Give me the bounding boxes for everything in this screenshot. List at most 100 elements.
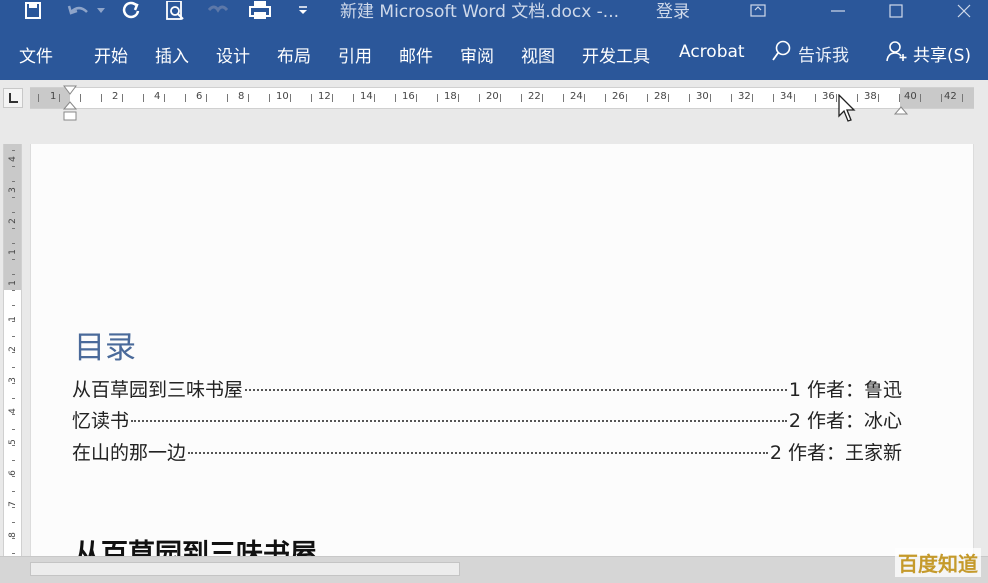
customize-icon[interactable] (294, 0, 312, 22)
vruler-tick (12, 444, 15, 446)
tab-review[interactable]: 审阅 (460, 42, 494, 67)
tell-me-search[interactable]: 告诉我 (772, 40, 849, 66)
ruler-label: 8 (238, 91, 245, 102)
tab-file[interactable]: 文件 (19, 42, 53, 67)
toc-entry[interactable]: 在山的那一边 2 作者：王家新 (72, 438, 902, 466)
scrollbar-thumb[interactable] (30, 562, 460, 576)
ruler-tick (941, 94, 942, 102)
ruler-tick (143, 94, 144, 102)
ruler-tick (374, 94, 375, 102)
first-line-indent-marker[interactable] (63, 80, 77, 99)
touch-mode-icon[interactable] (204, 0, 232, 22)
document-page[interactable]: 目录 从百草园到三味书屋 1 作者：鲁迅 忆读书 2 作者：冰心 在山的那一边 … (30, 144, 974, 556)
ruler-label: 14 (360, 91, 373, 102)
maximize-icon[interactable] (876, 0, 916, 22)
tab-view[interactable]: 视图 (521, 42, 555, 67)
undo-dropdown-icon[interactable] (94, 0, 108, 22)
vruler-label: 1 (8, 316, 18, 322)
ruler-label: 30 (696, 91, 709, 102)
ruler-tick (458, 94, 459, 102)
tab-insert[interactable]: 插入 (155, 42, 189, 67)
ruler-label: 2 (112, 91, 119, 102)
ruler-tick (668, 94, 669, 102)
hanging-indent-marker[interactable] (62, 101, 78, 127)
ruler-tick (752, 94, 753, 102)
toc-page-ref: 1 作者：鲁迅 (788, 379, 902, 401)
vertical-ruler[interactable]: 4 3 2 1 1 1 2 3 4 5 6 7 8 (3, 144, 22, 556)
print-preview-icon[interactable] (162, 0, 188, 22)
ruler-tick (773, 94, 774, 102)
ruler-tick (332, 94, 333, 102)
vruler-label: 8 (8, 532, 18, 538)
vruler-label: 3 (8, 187, 18, 193)
tab-home[interactable]: 开始 (94, 42, 128, 67)
vruler-label: 3 (8, 377, 18, 383)
toc-entry-title: 从百草园到三味书屋 (72, 379, 244, 401)
ruler-tick (521, 94, 522, 102)
ruler-tick (59, 94, 60, 102)
ruler-label: 10 (276, 91, 289, 102)
tab-references[interactable]: 引用 (338, 42, 372, 67)
toc-leader-dots (188, 452, 768, 454)
ruler-label: 20 (486, 91, 499, 102)
vruler-tick (12, 196, 15, 198)
toc-heading: 目录 (74, 330, 136, 366)
ribbon-display-icon[interactable] (738, 0, 778, 22)
vruler-label: 4 (8, 408, 18, 414)
ruler-label: 4 (154, 91, 161, 102)
ruler-tick (416, 94, 417, 102)
ruler-tick (248, 94, 249, 102)
login-link[interactable]: 登录 (656, 0, 690, 22)
ruler-tick (584, 94, 585, 102)
ruler-tick (269, 94, 270, 102)
share-button[interactable]: 共享(S) (886, 40, 971, 66)
vruler-tick (12, 227, 15, 229)
ruler-label: 16 (402, 91, 415, 102)
tab-layout[interactable]: 布局 (277, 42, 311, 67)
close-icon[interactable] (944, 0, 984, 22)
ruler-tick (878, 94, 879, 102)
vruler-tick (12, 413, 15, 415)
ruler-label: 42 (944, 91, 957, 102)
ruler-tick (80, 94, 81, 102)
tab-design[interactable]: 设计 (216, 42, 250, 67)
vruler-tick (12, 181, 15, 182)
ruler-tick (185, 94, 186, 102)
ruler-tick (731, 94, 732, 102)
vruler-tick (12, 429, 15, 430)
vruler-tick (12, 382, 15, 384)
vruler-label: 7 (8, 501, 18, 507)
vruler-tick (12, 398, 15, 399)
ruler-tick (353, 94, 354, 102)
vruler-tick (12, 165, 15, 167)
vruler-tick (12, 305, 15, 306)
horizontal-scrollbar[interactable] (0, 556, 988, 583)
redo-icon[interactable] (118, 0, 144, 22)
toc-entry-title: 忆读书 (72, 410, 130, 432)
right-indent-marker[interactable] (893, 101, 909, 120)
tab-mailings[interactable]: 邮件 (399, 42, 433, 67)
minimize-icon[interactable] (818, 0, 858, 22)
ruler-tick (605, 94, 606, 102)
ruler-tick (920, 94, 921, 102)
title-bar: 新建 Microsoft Word 文档.docx -... 登录 (0, 0, 988, 30)
ruler-tick (794, 94, 795, 102)
tab-acrobat[interactable]: Acrobat (679, 42, 745, 62)
ruler-tick (290, 94, 291, 102)
ruler-label: 28 (654, 91, 667, 102)
tab-stop-selector[interactable] (3, 88, 23, 108)
tab-developer[interactable]: 开发工具 (582, 42, 650, 67)
toc-entry[interactable]: 从百草园到三味书屋 1 作者：鲁迅 (72, 375, 902, 403)
ruler-tick (647, 94, 648, 102)
ruler-tick (962, 94, 963, 102)
ruler-label: 18 (444, 91, 457, 102)
ruler-tick (689, 94, 690, 102)
undo-icon[interactable] (64, 0, 94, 22)
print-icon[interactable] (246, 0, 274, 22)
ruler-label: 22 (528, 91, 541, 102)
save-icon[interactable] (20, 0, 46, 22)
toc-entry[interactable]: 忆读书 2 作者：冰心 (72, 406, 902, 434)
vruler-tick (12, 289, 15, 291)
horizontal-ruler[interactable]: 1 2 4 6 8 10 12 14 16 18 20 22 24 26 28 … (30, 85, 974, 121)
vruler-tick (12, 150, 15, 151)
